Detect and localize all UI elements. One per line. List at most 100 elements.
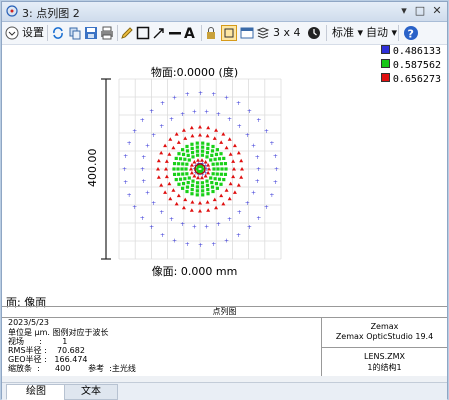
- ray-green: [206, 192, 210, 196]
- ray-blue: +: [251, 190, 256, 197]
- ray-blue: +: [204, 108, 209, 115]
- arrow-icon[interactable]: [152, 26, 166, 40]
- ray-green: [187, 176, 191, 180]
- ray-red: [190, 133, 195, 138]
- print-icon[interactable]: [100, 26, 114, 40]
- ray-blue: +: [151, 200, 156, 207]
- ray-green: [178, 177, 183, 181]
- auto-label: 自动: [366, 26, 388, 39]
- ray-blue: +: [172, 95, 177, 102]
- ray-red: [239, 175, 244, 179]
- fit-window-icon[interactable]: [221, 25, 237, 41]
- ray-green: [190, 142, 194, 146]
- maximize-button[interactable]: □: [413, 4, 427, 18]
- ray-red: [232, 143, 237, 148]
- ray-green: [183, 177, 187, 181]
- ray-blue: +: [255, 178, 260, 185]
- ray-blue: +: [269, 192, 274, 199]
- ray-green: [215, 172, 219, 176]
- ray-red: [198, 201, 202, 205]
- ray-red: [181, 128, 186, 132]
- ray-red: [164, 159, 169, 163]
- line-icon[interactable]: [168, 26, 182, 40]
- ray-green: [195, 149, 200, 153]
- ray-green: [185, 162, 189, 166]
- standard-dropdown[interactable]: 标准 ▾: [332, 25, 363, 41]
- ray-red: [164, 174, 169, 179]
- pencil-icon[interactable]: [120, 26, 134, 40]
- ray-blue: +: [185, 241, 190, 248]
- ray-blue: +: [198, 242, 203, 249]
- ray-blue: +: [169, 116, 174, 123]
- lock-icon[interactable]: [204, 26, 218, 40]
- ray-green: [215, 186, 219, 190]
- ray-blue: +: [141, 154, 146, 161]
- ray-green: [205, 183, 210, 187]
- refresh-icon[interactable]: [51, 26, 65, 40]
- ray-blue: +: [247, 108, 252, 115]
- ray-green: [172, 161, 177, 166]
- ray-green: [220, 167, 224, 171]
- ray-red: [227, 196, 232, 201]
- ray-blue: +: [172, 237, 177, 244]
- layers-icon[interactable]: [256, 26, 270, 40]
- ray-green: [200, 181, 205, 185]
- tab-plot[interactable]: 绘图: [6, 384, 66, 400]
- ray-green: [195, 189, 199, 193]
- ray-blue: +: [145, 142, 150, 149]
- ray-blue: +: [198, 90, 203, 97]
- save-icon[interactable]: [84, 26, 98, 40]
- rectangle-icon[interactable]: [136, 26, 150, 40]
- settings-chevron-icon[interactable]: [5, 26, 19, 40]
- ray-green: [223, 161, 228, 166]
- auto-dropdown[interactable]: 自动 ▾: [366, 25, 397, 41]
- scale-bar-label: 400.00: [86, 148, 99, 188]
- tab-text[interactable]: 文本: [64, 384, 118, 400]
- ray-green: [186, 181, 190, 185]
- ray-blue: +: [227, 216, 232, 223]
- ray-red: [190, 200, 195, 204]
- copy-icon[interactable]: [68, 26, 82, 40]
- ray-green: [195, 193, 199, 197]
- ray-green: [200, 149, 205, 153]
- title-bar[interactable]: 3: 点列图 2 ▾ □ ✕: [2, 2, 447, 22]
- ray-green: [211, 172, 215, 176]
- ray-red: [163, 143, 168, 148]
- ray-green: [181, 152, 186, 157]
- ray-green: [205, 155, 209, 159]
- help-icon[interactable]: ?: [403, 25, 419, 41]
- ray-green: [172, 172, 177, 177]
- ray-blue: +: [159, 209, 164, 216]
- ray-green: [190, 146, 194, 151]
- ray-green: [200, 185, 205, 189]
- ray-blue: +: [149, 224, 154, 231]
- legend-swatch-blue: [380, 45, 390, 54]
- ray-blue: +: [224, 95, 229, 102]
- info-vendor: Zemax: [370, 322, 399, 331]
- ray-green: [181, 162, 185, 166]
- ray-red: [219, 193, 224, 198]
- layout-selector[interactable]: 3 x 4: [273, 25, 301, 41]
- ray-red: [236, 183, 241, 187]
- ray-blue: +: [122, 166, 127, 173]
- ray-green: [185, 144, 189, 149]
- ray-red: [231, 174, 236, 179]
- wavelength-legend: 0.486133 0.587562 0.656273: [380, 45, 441, 87]
- ray-red: [189, 208, 194, 212]
- window-icon[interactable]: [240, 26, 254, 40]
- spot-rays: + + + + + + + + + + + + + + + + + + + + + + + + + + + + + + + + + + + + + + + +…: [122, 90, 279, 249]
- clock-icon[interactable]: [307, 26, 321, 40]
- text-icon[interactable]: A: [183, 25, 197, 41]
- ray-red: [168, 196, 173, 201]
- legend-item: 0.587562: [380, 59, 441, 73]
- ray-green: [212, 167, 216, 171]
- ray-blue: +: [237, 123, 242, 130]
- settings-button[interactable]: 设置: [22, 25, 44, 41]
- ray-green: [210, 149, 215, 153]
- ray-green: [201, 193, 205, 197]
- ray-green: [210, 153, 214, 157]
- ray-blue: +: [204, 224, 209, 231]
- dropdown-button[interactable]: ▾: [397, 4, 411, 18]
- ray-green: [174, 156, 178, 161]
- close-button[interactable]: ✕: [430, 4, 444, 18]
